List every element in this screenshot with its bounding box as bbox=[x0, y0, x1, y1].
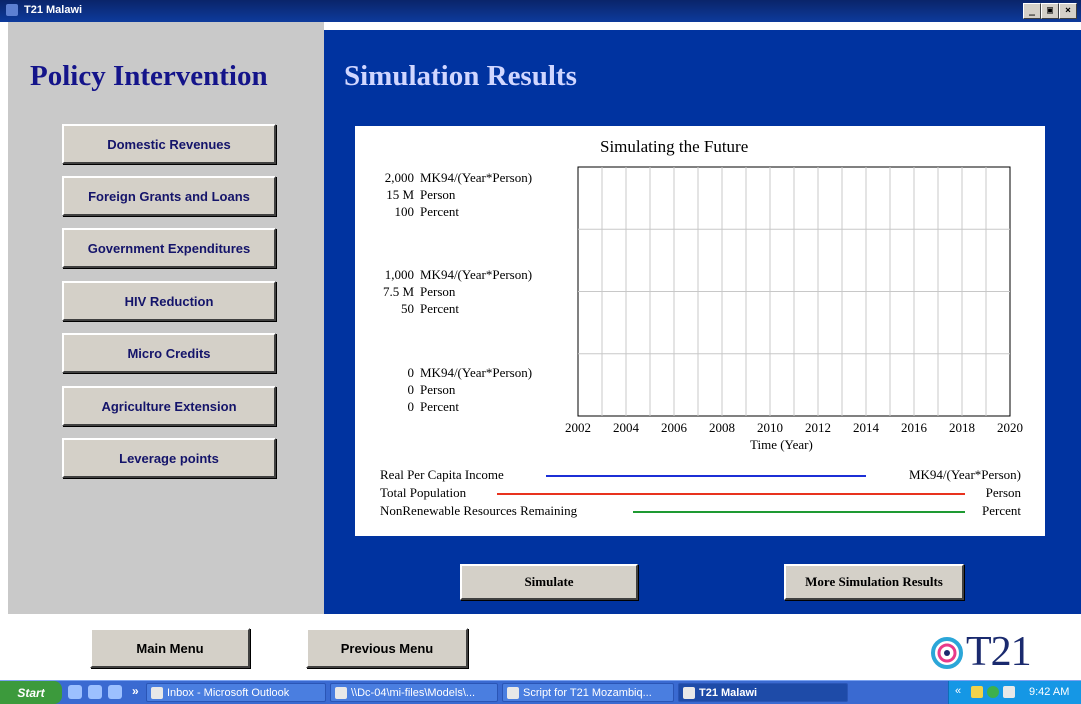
x-tick-label: 2010 bbox=[757, 420, 783, 435]
legend-series-unit: Person bbox=[985, 485, 1021, 500]
start-button[interactable]: Start bbox=[0, 681, 62, 704]
y-tick-label: 100 bbox=[394, 204, 415, 219]
x-tick-label: 2004 bbox=[613, 420, 639, 435]
x-tick-label: 2002 bbox=[565, 420, 591, 435]
previous-menu-button[interactable]: Previous Menu bbox=[306, 628, 468, 668]
t21-app-icon bbox=[683, 686, 695, 699]
outlook-icon bbox=[151, 686, 163, 699]
taskbar: Start » Inbox - Microsoft Outlook \\Dc-0… bbox=[0, 680, 1081, 704]
y-tick-unit: Person bbox=[420, 382, 456, 397]
tray-network-icon[interactable] bbox=[987, 686, 999, 698]
x-tick-label: 2020 bbox=[997, 420, 1023, 435]
system-tray: « 9:42 AM bbox=[948, 681, 1081, 704]
y-tick-label: 7.5 M bbox=[382, 284, 414, 299]
t21-logo: T21 bbox=[966, 629, 1032, 675]
legend-series-unit: MK94/(Year*Person) bbox=[908, 467, 1021, 482]
x-tick-label: 2018 bbox=[949, 420, 975, 435]
x-tick-label: 2006 bbox=[661, 420, 687, 435]
legend-series-name: NonRenewable Resources Remaining bbox=[380, 503, 578, 518]
taskbar-item-word-doc[interactable]: Script for T21 Mozambiq... bbox=[502, 683, 674, 702]
y-tick-unit: Person bbox=[420, 187, 456, 202]
y-tick-label: 50 bbox=[401, 301, 414, 316]
simulate-button[interactable]: Simulate bbox=[460, 564, 638, 600]
y-tick-unit: Percent bbox=[420, 301, 459, 316]
y-tick-label: 0 bbox=[407, 382, 415, 397]
x-tick-label: 2008 bbox=[709, 420, 735, 435]
tray-chevron-icon[interactable]: « bbox=[955, 685, 961, 697]
legend-series-name: Real Per Capita Income bbox=[380, 467, 504, 482]
main-menu-button[interactable]: Main Menu bbox=[90, 628, 250, 668]
internet-explorer-icon[interactable] bbox=[68, 685, 82, 699]
x-axis-label: Time (Year) bbox=[750, 437, 813, 452]
y-tick-unit: Percent bbox=[420, 399, 459, 414]
chart-title: Simulating the Future bbox=[600, 137, 749, 156]
legend-series-unit: Percent bbox=[982, 503, 1021, 518]
y-tick-label: 0 bbox=[407, 399, 415, 414]
start-label: Start bbox=[17, 685, 45, 700]
tray-app-icon[interactable] bbox=[971, 686, 983, 698]
word-icon bbox=[507, 686, 519, 699]
y-tick-unit: Percent bbox=[420, 204, 459, 219]
folder-icon bbox=[335, 686, 347, 699]
taskbar-item-outlook[interactable]: Inbox - Microsoft Outlook bbox=[146, 683, 326, 702]
taskbar-item-t21-malawi[interactable]: T21 Malawi bbox=[678, 683, 848, 702]
taskbar-item-folder[interactable]: \\Dc-04\mi-files\Models\... bbox=[330, 683, 498, 702]
outlook-quicklaunch-icon[interactable] bbox=[88, 685, 102, 699]
tray-monitor-icon[interactable] bbox=[1003, 686, 1015, 698]
t21-logo-swirl-icon bbox=[931, 637, 963, 669]
clock: 9:42 AM bbox=[1029, 686, 1070, 698]
more-simulation-results-button[interactable]: More Simulation Results bbox=[784, 564, 964, 600]
y-tick-unit: MK94/(Year*Person) bbox=[420, 365, 533, 380]
x-tick-label: 2012 bbox=[805, 420, 831, 435]
y-tick-unit: MK94/(Year*Person) bbox=[420, 170, 533, 185]
y-tick-label: 2,000 bbox=[384, 170, 414, 185]
quicklaunch-chevron-icon[interactable]: » bbox=[132, 684, 139, 698]
y-tick-unit: MK94/(Year*Person) bbox=[420, 267, 533, 282]
y-tick-label: 1,000 bbox=[384, 267, 414, 282]
y-tick-unit: Person bbox=[420, 284, 456, 299]
show-desktop-icon[interactable] bbox=[108, 685, 122, 699]
y-tick-label: 0 bbox=[407, 365, 415, 380]
y-tick-label: 15 M bbox=[386, 187, 414, 202]
x-tick-label: 2016 bbox=[901, 420, 927, 435]
legend-series-name: Total Population bbox=[380, 485, 467, 500]
x-tick-label: 2014 bbox=[853, 420, 879, 435]
